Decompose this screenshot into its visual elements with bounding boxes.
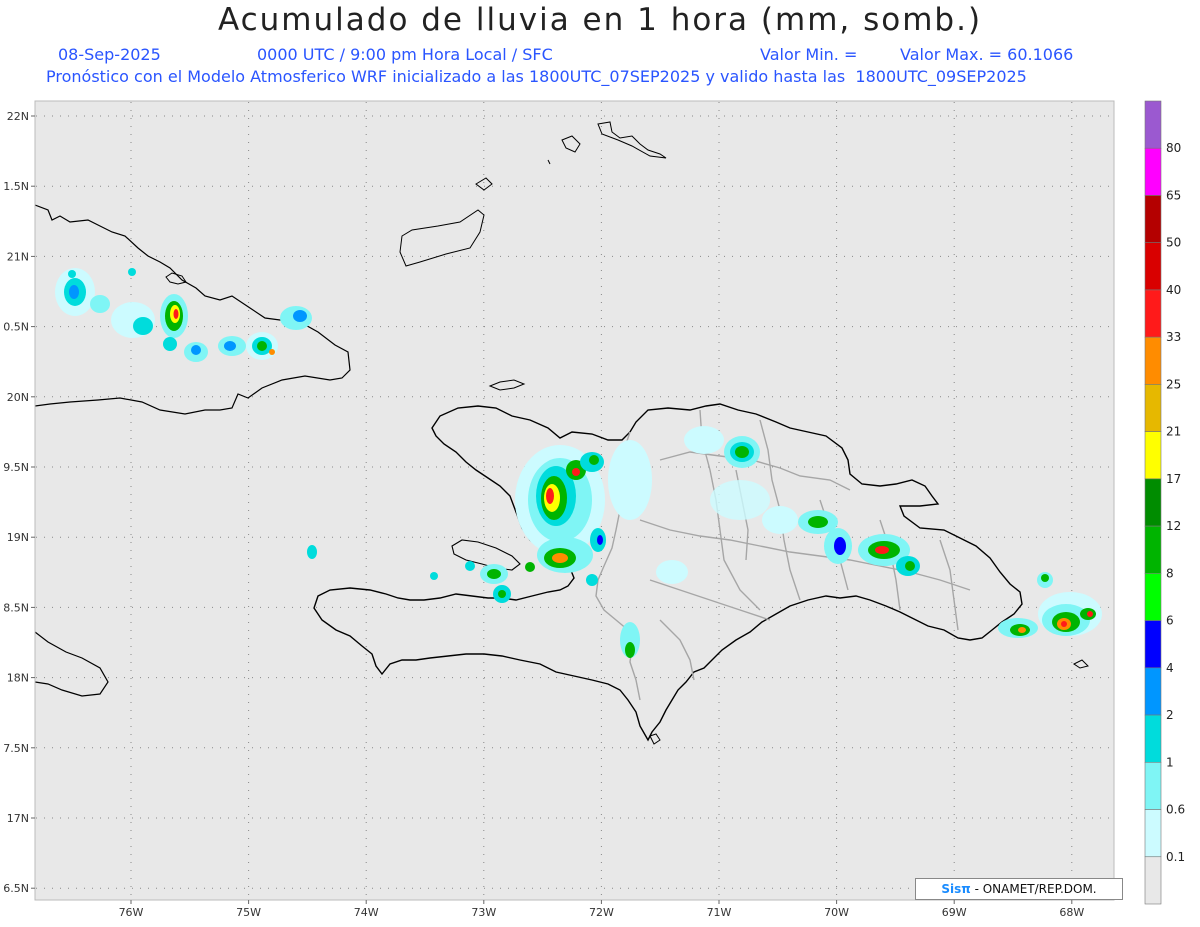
lat-label: 21N: [7, 250, 29, 263]
colorbar-swatch: [1144, 525, 1162, 574]
colorbar-swatch: [1144, 336, 1162, 385]
colorbar-swatch: [1144, 620, 1162, 669]
lon-label: 69W: [942, 906, 967, 919]
colorbar-swatch: [1144, 809, 1162, 858]
colorbar-label: 65: [1166, 188, 1181, 202]
colorbar-label: 2: [1166, 708, 1174, 722]
lon-label: 70W: [824, 906, 849, 919]
lon-label: 68W: [1059, 906, 1084, 919]
lon-label: 72W: [589, 906, 614, 919]
colorbar-swatch: [1144, 573, 1162, 621]
colorbar-swatch: [1144, 667, 1162, 716]
lon-label: 74W: [354, 906, 379, 919]
colorbar-swatch: [1144, 242, 1162, 291]
lon-label: 73W: [471, 906, 496, 919]
colorbar-swatch: [1144, 289, 1162, 338]
lat-label: 8.5N: [3, 601, 29, 614]
colorbar-label: 12: [1166, 519, 1181, 533]
lat-label: 17N: [7, 812, 29, 825]
colorbar-legend: 806550403325211712864210.60.1: [1144, 100, 1185, 905]
lat-label: 6.5N: [3, 882, 29, 895]
longitude-labels: 76W 75W 74W 73W 72W 71W 70W 69W 68W: [119, 900, 1084, 919]
colorbar-label: 80: [1166, 141, 1181, 155]
lon-label: 75W: [236, 906, 261, 919]
colorbar-label: 6: [1166, 614, 1174, 628]
lat-label: 7.5N: [3, 742, 29, 755]
credit-box: Sisπ - ONAMET/REP.DOM.: [915, 878, 1123, 900]
colorbar-swatch: [1144, 431, 1162, 480]
colorbar-label: 1: [1166, 755, 1174, 769]
latitude-labels: 22N 1.5N 21N 0.5N 20N 9.5N 19N 8.5N 18N 7.5N 17N 6.…: [3, 110, 35, 895]
colorbar-label: 4: [1166, 661, 1174, 675]
lat-label: 0.5N: [3, 321, 29, 334]
colorbar-swatch: [1144, 147, 1162, 196]
colorbar-swatch: [1144, 384, 1162, 432]
colorbar-swatch: [1144, 100, 1162, 149]
lon-label: 71W: [707, 906, 732, 919]
colorbar-label: 50: [1166, 236, 1181, 250]
lon-label: 76W: [119, 906, 144, 919]
lat-label: 1.5N: [3, 180, 29, 193]
colorbar-swatch: [1144, 714, 1162, 763]
colorbar-swatch: [1144, 761, 1162, 810]
colorbar-label: 33: [1166, 330, 1181, 344]
credit-text: - ONAMET/REP.DOM.: [974, 882, 1097, 896]
lat-label: 9.5N: [3, 461, 29, 474]
colorbar-swatch: [1144, 478, 1162, 527]
lat-label: 20N: [7, 391, 29, 404]
colorbar-label: 21: [1166, 425, 1181, 439]
colorbar-label: 25: [1166, 377, 1181, 391]
colorbar-label: 0.6: [1166, 803, 1185, 817]
colorbar-label: 17: [1166, 472, 1181, 486]
lat-label: 22N: [7, 110, 29, 123]
lat-label: 19N: [7, 531, 29, 544]
precipitation-map: 22N 1.5N 21N 0.5N 20N 9.5N 19N 8.5N 18N 7.5N 17N 6.…: [3, 100, 1185, 919]
colorbar-swatch: [1144, 195, 1162, 244]
colorbar-label: 8: [1166, 566, 1174, 580]
colorbar-label: 40: [1166, 283, 1181, 297]
sispi-logo: Sisπ: [941, 882, 971, 896]
colorbar-swatch: [1144, 856, 1162, 905]
lat-label: 18N: [7, 672, 29, 685]
colorbar-label: 0.1: [1166, 850, 1185, 864]
